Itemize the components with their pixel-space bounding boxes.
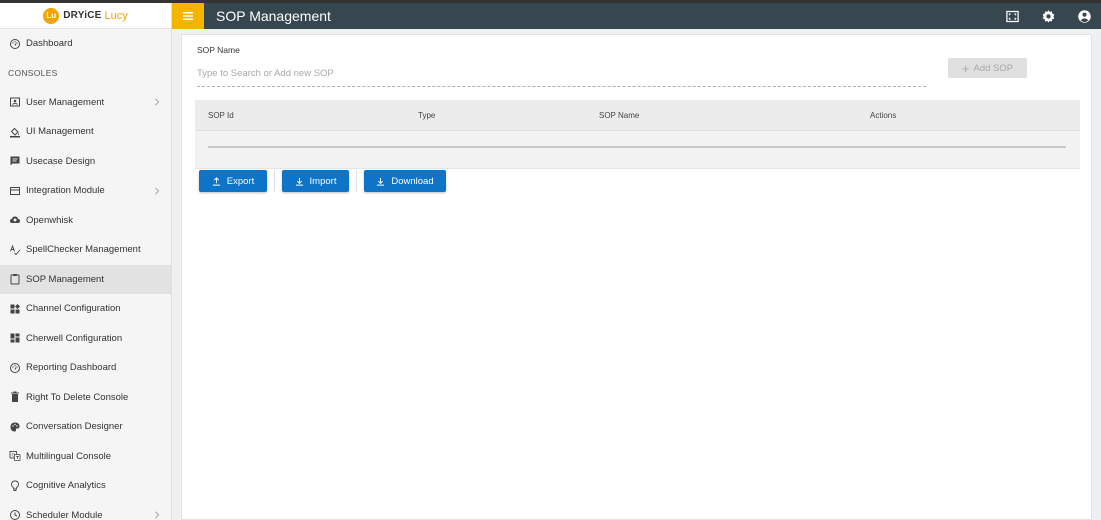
column-header-sop-id[interactable]: SOP Id [208, 111, 234, 120]
export-label: Export [226, 175, 255, 187]
integration-icon [8, 184, 21, 197]
import-button[interactable]: Import [282, 170, 349, 192]
sidebar-item-spellchecker-management[interactable]: SpellChecker Management [0, 235, 171, 265]
chevron-right-icon [155, 187, 160, 195]
speedometer-icon [8, 361, 21, 374]
sop-name-label: SOP Name [197, 45, 240, 55]
download-icon [295, 177, 303, 186]
column-header-actions: Actions [870, 111, 897, 120]
sidebar-item-cognitive-analytics[interactable]: Cognitive Analytics [0, 471, 171, 501]
add-sop-button[interactable]: + Add SOP [948, 58, 1027, 78]
sop-table: SOP Id Type SOP Name Actions [195, 100, 1080, 169]
sidebar: Lu DRYiCE Lucy Dashboard CONSOLES User M… [0, 3, 172, 520]
lightbulb-icon [8, 479, 21, 492]
sidebar-item-sop-management[interactable]: SOP Management [0, 264, 171, 294]
gear-icon [1042, 9, 1054, 22]
sidebar-item-label: Multilingual Console [26, 450, 112, 462]
sidebar-item-label: Openwhisk [26, 214, 73, 226]
sidebar-item-label: Reporting Dashboard [26, 362, 117, 374]
sidebar-section-consoles: CONSOLES [8, 68, 58, 78]
chevron-right-icon [155, 511, 160, 519]
sidebar-item-right-to-delete-console[interactable]: Right To Delete Console [0, 383, 171, 413]
dashboard-grid-icon [8, 332, 21, 345]
sidebar-item-label: Cognitive Analytics [26, 480, 106, 492]
app-root: Lu DRYiCE Lucy Dashboard CONSOLES User M… [0, 0, 1101, 520]
header-actions [985, 3, 1093, 29]
import-label: Import [309, 175, 337, 187]
sidebar-item-cherwell-configuration[interactable]: Cherwell Configuration [0, 324, 171, 354]
sidebar-item-label: Usecase Design [26, 155, 96, 167]
sidebar-item-label: Scheduler Module [26, 509, 103, 520]
sidebar-item-channel-configuration[interactable]: Channel Configuration [0, 294, 171, 324]
settings-button[interactable] [1039, 7, 1057, 25]
account-circle-icon [1077, 9, 1091, 23]
import-export-actions: Export Import Download [199, 170, 446, 192]
sidebar-item-label: Channel Configuration [26, 303, 121, 315]
sidebar-item-usecase-design[interactable]: Usecase Design [0, 147, 171, 177]
plus-icon: + [961, 60, 970, 76]
sidebar-item-dashboard[interactable]: Dashboard [0, 29, 171, 59]
clipboard-icon [8, 273, 21, 286]
chat-box-icon [8, 155, 21, 168]
sidebar-item-label: UI Management [26, 126, 94, 138]
logo-brand-name: DRYiCE [63, 10, 102, 21]
button-divider [274, 170, 275, 192]
button-divider [356, 170, 357, 192]
sidebar-item-label: SpellChecker Management [26, 244, 141, 256]
export-button[interactable]: Export [199, 170, 267, 192]
sidebar-item-label: Integration Module [26, 185, 105, 197]
trash-icon [8, 391, 21, 404]
cloud-icon [8, 214, 21, 227]
sidebar-item-label: SOP Management [26, 273, 104, 285]
clock-icon [8, 509, 21, 520]
sidebar-item-integration-module[interactable]: Integration Module [0, 176, 171, 206]
sop-search-input[interactable] [197, 61, 926, 87]
upload-icon [212, 176, 220, 186]
user-card-icon [8, 96, 21, 109]
table-loading-bar [208, 146, 1066, 148]
page-title: SOP Management [216, 8, 331, 24]
download-label: Download [391, 175, 434, 187]
sidebar-item-label: Right To Delete Console [26, 391, 129, 403]
hamburger-icon [183, 12, 193, 20]
spellcheck-icon [8, 243, 21, 256]
logo-product-name: Lucy [104, 9, 128, 22]
hamburger-menu-button[interactable] [172, 3, 204, 29]
account-button[interactable] [1075, 7, 1093, 25]
sidebar-item-label: User Management [26, 96, 105, 108]
sop-panel: SOP Name + Add SOP SOP Id Type SOP Name … [181, 34, 1092, 520]
column-header-sop-name[interactable]: SOP Name [599, 111, 639, 120]
dashboard-icon [8, 37, 21, 50]
column-header-type[interactable]: Type [418, 111, 435, 120]
sidebar-item-label: Dashboard [26, 38, 73, 50]
sidebar-item-reporting-dashboard[interactable]: Reporting Dashboard [0, 353, 171, 383]
translate-icon: G [8, 450, 21, 463]
widgets-icon [8, 302, 21, 315]
palette-icon [8, 420, 21, 433]
sidebar-item-multilingual-console[interactable]: G Multilingual Console [0, 442, 171, 472]
paint-bucket-icon [8, 125, 21, 138]
download-button[interactable]: Download [364, 170, 446, 192]
app-logo[interactable]: Lu DRYiCE Lucy [0, 3, 171, 29]
top-header: SOP Management [172, 3, 1101, 29]
sidebar-item-label: Conversation Designer [26, 421, 123, 433]
add-sop-label: Add SOP [973, 62, 1014, 74]
sidebar-item-openwhisk[interactable]: Openwhisk [0, 206, 171, 236]
sidebar-item-scheduler-module[interactable]: Scheduler Module [0, 501, 171, 520]
sidebar-item-ui-management[interactable]: UI Management [0, 117, 171, 147]
chevron-right-icon [155, 98, 160, 106]
sidebar-nav: Dashboard CONSOLES User Management UI Ma… [0, 29, 171, 520]
download-icon [377, 177, 385, 186]
logo-badge: Lu [43, 7, 60, 24]
fullscreen-icon [1005, 10, 1019, 22]
sidebar-item-user-management[interactable]: User Management [0, 88, 171, 118]
table-header: SOP Id Type SOP Name Actions [195, 100, 1080, 131]
sidebar-item-label: Cherwell Configuration [26, 332, 123, 344]
fullscreen-button[interactable] [1003, 7, 1021, 25]
sidebar-item-conversation-designer[interactable]: Conversation Designer [0, 412, 171, 442]
